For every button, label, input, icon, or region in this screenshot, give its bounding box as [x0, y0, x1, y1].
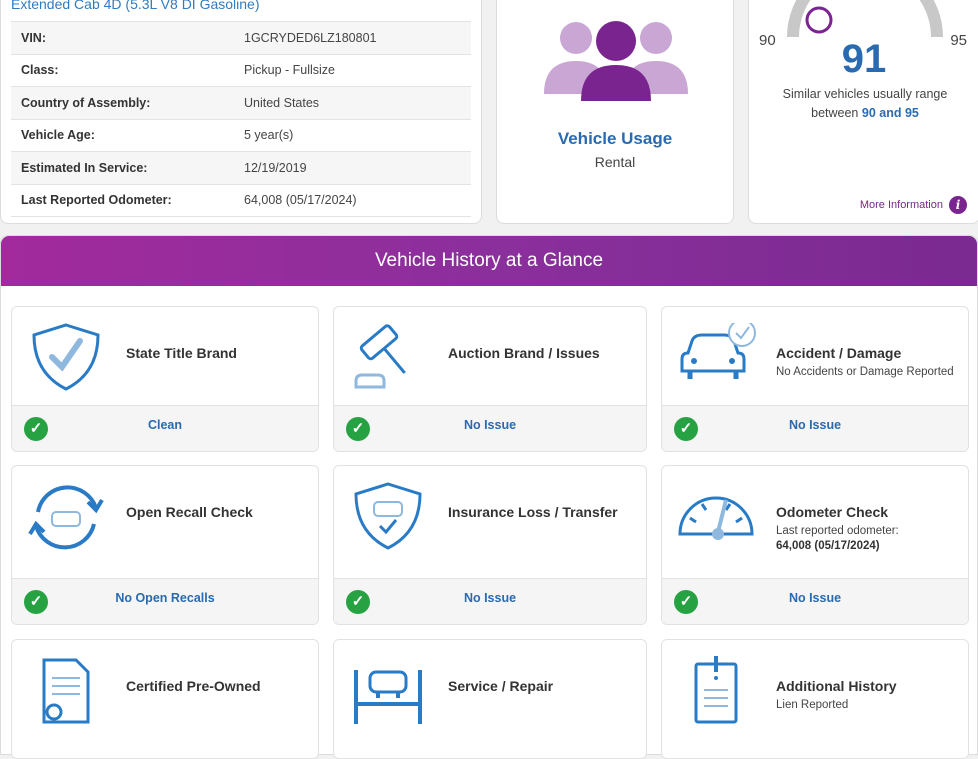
gavel-icon: [354, 324, 406, 389]
spec-value: 12/19/2019: [244, 160, 307, 175]
spec-value: Pickup - Fullsize: [244, 63, 335, 78]
tile-additional-history[interactable]: Additional History Lien Reported: [661, 639, 969, 759]
tile-title: Odometer Check: [776, 504, 889, 520]
tile-certified-pre-owned[interactable]: Certified Pre-Owned: [11, 639, 319, 759]
vehicle-usage-title: Vehicle Usage: [557, 129, 673, 148]
tile-title: Open Recall Check: [126, 504, 253, 520]
table-row: Vehicle Age: 5 year(s): [11, 119, 471, 152]
tile-title: State Title Brand: [126, 345, 237, 361]
spec-label: VIN:: [21, 30, 46, 45]
spec-value: 64,008 (05/17/2024): [244, 193, 357, 208]
vehicle-usage-card: Vehicle Usage Rental: [496, 0, 734, 224]
spec-label: Last Reported Odometer:: [21, 193, 172, 208]
table-row: VIN: 1GCRYDED6LZ180801: [11, 21, 471, 54]
certificate-icon: [42, 658, 90, 724]
tile-title: Service / Repair: [448, 678, 554, 694]
range-description: Similar vehicles usually range between 9…: [769, 85, 961, 123]
tile-title: Additional History: [776, 678, 897, 694]
more-information-link[interactable]: More Information i: [860, 196, 967, 214]
range-value: 91: [841, 37, 887, 81]
vehicle-usage-value: Rental: [594, 154, 636, 170]
spec-label: Country of Assembly:: [21, 95, 151, 110]
tile-status: Clean: [147, 418, 183, 432]
tile-open-recall[interactable]: Open Recall Check ✓ No Open Recalls: [11, 465, 319, 625]
tile-accident-damage[interactable]: Accident / Damage No Accidents or Damage…: [661, 306, 969, 452]
tile-state-title-brand[interactable]: State Title Brand ✓ Clean: [11, 306, 319, 452]
tile-service-repair[interactable]: Service / Repair: [333, 639, 647, 759]
tile-auction-brand[interactable]: Auction Brand / Issues ✓ No Issue: [333, 306, 647, 452]
vehicle-history-section: Vehicle History at a Glance State Title …: [0, 235, 978, 759]
tile-status: No Issue: [463, 591, 517, 605]
table-row: Last Reported Odometer: 64,008 (05/17/202…: [11, 184, 471, 217]
tile-description: No Accidents or Damage Reported: [776, 366, 954, 378]
car-lift-icon: [354, 670, 422, 724]
range-marker: [805, 6, 833, 34]
clipboard-alert-icon: [694, 656, 738, 724]
vehicle-spec-card: Extended Cab 4D (5.3L V8 DI Gasoline) VI…: [0, 0, 482, 224]
table-row: Country of Assembly: United States: [11, 86, 471, 119]
tile-description-odometer: 64,008 (05/17/2024): [776, 540, 880, 552]
tile-description-text: Last reported odometer:: [776, 525, 899, 537]
spec-value: 1GCRYDED6LZ180801: [244, 30, 377, 45]
info-icon[interactable]: i: [949, 196, 967, 214]
vehicle-subtitle: Extended Cab 4D (5.3L V8 DI Gasoline): [11, 0, 260, 12]
more-information-label: More Information: [859, 199, 943, 211]
spec-value: United States: [244, 95, 320, 110]
tile-status: No Issue: [463, 418, 517, 432]
tile-insurance-loss[interactable]: Insurance Loss / Transfer ✓ No Issue: [333, 465, 647, 625]
range-gauge: [787, 0, 943, 38]
insurance-shield-icon: [354, 482, 422, 550]
tile-footer: ✓ No Issue: [662, 405, 968, 451]
people-group-icon: [544, 21, 688, 101]
tile-status: No Open Recalls: [115, 591, 215, 605]
tile-title: Auction Brand / Issues: [448, 345, 600, 361]
tile-description: Lien Reported: [776, 699, 849, 711]
table-row: Class: Pickup - Fullsize: [11, 54, 471, 87]
tile-title: Insurance Loss / Transfer: [448, 504, 618, 520]
tile-status: No Issue: [788, 591, 842, 605]
car-check-icon: [680, 323, 756, 379]
tile-footer: ✓ No Issue: [662, 578, 968, 624]
tile-title: Accident / Damage: [776, 345, 902, 361]
shield-check-icon: [32, 323, 100, 391]
table-row: Estimated In Service: 12/19/2019: [11, 151, 471, 184]
tile-footer: ✓ No Open Recalls: [12, 578, 318, 624]
spec-label: Vehicle Age:: [21, 128, 95, 143]
tile-odometer-check[interactable]: Odometer Check Last reported odometer: 6…: [661, 465, 969, 625]
recall-cycle-icon: [28, 485, 104, 550]
tile-status: No Issue: [788, 418, 842, 432]
tile-footer: ✓ No Issue: [334, 578, 646, 624]
history-banner-title: Vehicle History at a Glance: [1, 236, 977, 286]
spec-label: Class:: [21, 63, 59, 78]
tile-footer: ✓ Clean: [12, 405, 318, 451]
range-desc-highlight: 90 and 95: [861, 106, 919, 120]
tile-description: Last reported odometer: 64,008 (05/17/20…: [776, 524, 899, 554]
price-range-card: 90 95 91 Similar vehicles usually range …: [748, 0, 978, 224]
odometer-icon: [678, 496, 754, 540]
vehicle-spec-table: VIN: 1GCRYDED6LZ180801 Class: Pickup - Ful…: [11, 21, 471, 217]
spec-label: Estimated In Service:: [21, 160, 148, 175]
tile-footer: ✓ No Issue: [334, 405, 646, 451]
spec-value: 5 year(s): [244, 128, 294, 143]
tile-title: Certified Pre-Owned: [126, 678, 261, 694]
